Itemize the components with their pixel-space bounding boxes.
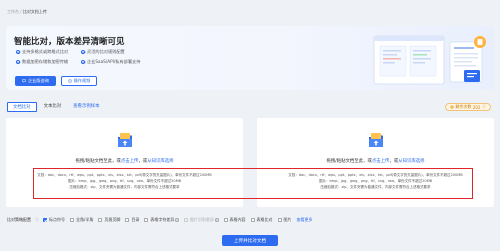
checkbox[interactable] — [70, 218, 74, 222]
feature-item: 企业SaaS/API/私有部署支持 — [81, 59, 140, 65]
drop-zone-text: 拖拽/粘贴文档至此，或点击上传，或从知识库选择 — [326, 159, 425, 164]
from-knowledge-base-link[interactable]: 从知识库选择 — [147, 159, 173, 164]
coin-icon: ¥ — [450, 104, 454, 110]
checkbox[interactable] — [277, 218, 282, 222]
operation-video-button[interactable]: 操作视频 — [61, 76, 97, 86]
hero-banner: 智能比对，版本差异清晰可见 支持多格式或跨格式比对 灵活的比对规则配置 数据加密… — [6, 26, 494, 90]
help-icon[interactable]: ? — [214, 218, 219, 222]
feature-item: 灵活的比对规则配置 — [81, 49, 125, 55]
breadcrumb-parent[interactable]: 工作台 — [7, 9, 19, 14]
format-hint-archive: 压缩包格式：zip、文件夹需为普通文件，内部文件需符合上述格式要求 — [320, 185, 431, 189]
document-compare-illustration — [373, 35, 486, 85]
compare-mode-tabs: 文档比对 文本比对 查看示例样本 — [7, 102, 105, 112]
hero-title: 智能比对，版本差异清晰可见 — [14, 37, 125, 47]
option-full-half-width[interactable]: 全角/半角 — [70, 217, 93, 223]
option-image[interactable]: 图片 — [277, 217, 292, 223]
checkbox[interactable] — [98, 218, 103, 222]
check-icon — [81, 49, 85, 54]
upload-folder-icon — [118, 133, 132, 147]
check-icon — [81, 59, 85, 64]
help-icon[interactable]: ? — [175, 218, 179, 222]
check-icon — [16, 59, 20, 64]
chat-icon — [22, 78, 26, 84]
drop-zone-text: 拖拽/粘贴文档至此，或点击上传，或从知识库选择 — [75, 159, 174, 164]
upload-panel-compare[interactable]: 拖拽/粘贴文档至此，或点击上传，或从知识库选择 文档：doc、docx、rtf、… — [257, 118, 494, 207]
upload-and-compare-button[interactable]: 上传并比对文档 — [222, 235, 278, 246]
click-upload-link[interactable]: 点击上传 — [372, 159, 390, 164]
remaining-value: 202 — [472, 104, 481, 110]
breadcrumb: 工作台 / 比对文档上传 — [7, 9, 47, 15]
upload-panel-original[interactable]: 拖拽/粘贴文档至此，或点击上传，或从知识库选择 文档：doc、docx、rtf、… — [6, 118, 243, 207]
checkbox — [183, 218, 188, 222]
option-toc[interactable]: 目录 — [125, 217, 139, 223]
remaining-count-badge: ¥ 剩余次数 202 ⓘ — [444, 103, 491, 111]
option-table-compare[interactable]: 表格比对 — [250, 217, 273, 223]
checkbox[interactable] — [144, 218, 149, 222]
checkbox[interactable] — [125, 218, 130, 222]
help-icon[interactable]: ⓘ — [35, 217, 39, 223]
tab-doc-compare[interactable]: 文档比对 — [7, 102, 37, 112]
option-punctuation[interactable]: 标点符号 — [43, 217, 65, 223]
help-icon[interactable]: ⓘ — [482, 104, 486, 110]
play-icon — [67, 78, 72, 84]
option-table-content[interactable]: 表格内容 — [223, 217, 246, 223]
from-knowledge-base-link[interactable]: 从知识库选择 — [398, 159, 424, 164]
format-hint-archive: 压缩包格式：zip、文件夹需为普通文件，内部文件需符合上述格式要求 — [69, 185, 180, 189]
checkbox[interactable] — [250, 218, 255, 222]
feature-item: 支持多格式或跨格式比对 — [16, 49, 68, 55]
option-table-char-diff[interactable]: 表格字符差异? — [144, 217, 179, 223]
upload-folder-icon — [369, 133, 383, 147]
tab-text-compare[interactable]: 文本比对 — [39, 102, 67, 112]
click-upload-link[interactable]: 点击上传 — [121, 159, 139, 164]
view-sample-link[interactable]: 查看示例样本 — [68, 102, 104, 112]
options-label: 比对策略配置 — [7, 217, 31, 222]
enterprise-consult-button[interactable]: 企业版咨询 — [15, 76, 56, 86]
checkbox[interactable] — [223, 218, 228, 222]
breadcrumb-current: 比对文档上传 — [22, 9, 47, 14]
option-header-footer[interactable]: 页眉页脚 — [98, 217, 120, 223]
checkbox[interactable] — [43, 218, 47, 222]
view-more-link[interactable]: 查看更多 — [297, 217, 313, 223]
feature-item: 数据加密存储和加密传输 — [16, 59, 68, 65]
check-icon — [16, 49, 20, 54]
remaining-label: 剩余次数 — [455, 104, 472, 109]
compare-options-row: 比对策略配置 ⓘ 标点符号 全角/半角 页眉页脚 目录 表格字符差异? 图片识别… — [7, 216, 313, 224]
option-image-recognition: 图片识别差异? — [183, 217, 219, 223]
